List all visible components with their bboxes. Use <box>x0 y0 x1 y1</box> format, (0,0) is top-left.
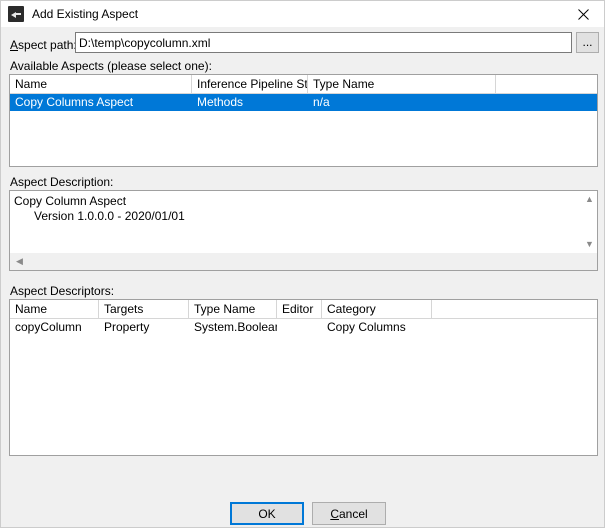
vertical-scrollbar[interactable]: ▲ ▼ <box>580 191 597 253</box>
aspect-icon <box>8 6 24 22</box>
cell-inference-pipeline-step: Methods <box>197 95 244 109</box>
cell-editor <box>277 319 322 336</box>
horizontal-scrollbar[interactable]: ◀ ▶ <box>10 253 597 270</box>
scrollbar-corner <box>580 253 597 270</box>
title-bar: Add Existing Aspect <box>1 1 604 27</box>
aspect-path-label: Aspect path: <box>10 38 77 52</box>
window-title: Add Existing Aspect <box>32 7 139 21</box>
aspect-path-input[interactable] <box>75 32 572 53</box>
cell-targets: Property <box>104 320 150 334</box>
column-header-editor[interactable]: Editor <box>277 300 322 318</box>
cell-type-name: System.Boolean <box>194 320 277 334</box>
chevron-up-icon[interactable]: ▲ <box>581 191 597 208</box>
ok-button[interactable]: OK <box>230 502 304 525</box>
cell-name: copyColumn <box>15 320 82 334</box>
chevron-down-icon[interactable]: ▼ <box>581 236 597 253</box>
cancel-button[interactable]: Cancel <box>312 502 386 525</box>
cell-category: Copy Columns <box>327 320 406 334</box>
aspect-path-label-accel: A <box>10 38 19 52</box>
table-row[interactable]: copyColumn Property System.Boolean Copy … <box>10 319 597 336</box>
column-header-targets[interactable]: Targets <box>99 300 189 318</box>
column-header-type-name[interactable]: Type Name <box>308 75 496 93</box>
column-header-category[interactable]: Category <box>322 300 432 318</box>
aspect-description-box[interactable]: Copy Column Aspect Version 1.0.0.0 - 202… <box>9 190 598 271</box>
available-aspects-label: Available Aspects (please select one): <box>10 59 212 73</box>
close-button[interactable] <box>561 1 604 27</box>
column-header-filler[interactable] <box>432 300 597 318</box>
aspect-descriptors-header: Name Targets Type Name Editor Category <box>10 300 597 319</box>
aspect-descriptors-label: Aspect Descriptors: <box>10 284 115 298</box>
aspect-description-label: Aspect Description: <box>10 175 114 189</box>
column-header-type-name[interactable]: Type Name <box>189 300 277 318</box>
table-row[interactable]: Copy Columns Aspect Methods n/a <box>10 94 597 111</box>
available-aspects-header: Name Inference Pipeline Step Type Name <box>10 75 597 94</box>
column-header-filler[interactable] <box>496 75 597 93</box>
cell-name: Copy Columns Aspect <box>15 95 134 109</box>
aspect-description-text: Copy Column Aspect Version 1.0.0.0 - 202… <box>14 194 185 223</box>
close-icon <box>578 8 589 20</box>
column-header-inference-pipeline-step[interactable]: Inference Pipeline Step <box>192 75 308 93</box>
aspect-path-label-rest: spect path: <box>18 38 77 52</box>
browse-button[interactable]: ... <box>576 32 599 53</box>
column-header-name[interactable]: Name <box>10 300 99 318</box>
cell-type-name: n/a <box>313 95 330 109</box>
available-aspects-list[interactable]: Name Inference Pipeline Step Type Name C… <box>9 74 598 167</box>
chevron-left-icon[interactable]: ◀ <box>11 253 28 270</box>
cancel-button-accel: C <box>330 506 339 521</box>
cancel-button-rest: ancel <box>338 506 368 521</box>
aspect-descriptors-table[interactable]: Name Targets Type Name Editor Category c… <box>9 299 598 456</box>
add-existing-aspect-dialog: Add Existing Aspect Aspect path: ... Ava… <box>0 0 605 528</box>
column-header-name[interactable]: Name <box>10 75 192 93</box>
